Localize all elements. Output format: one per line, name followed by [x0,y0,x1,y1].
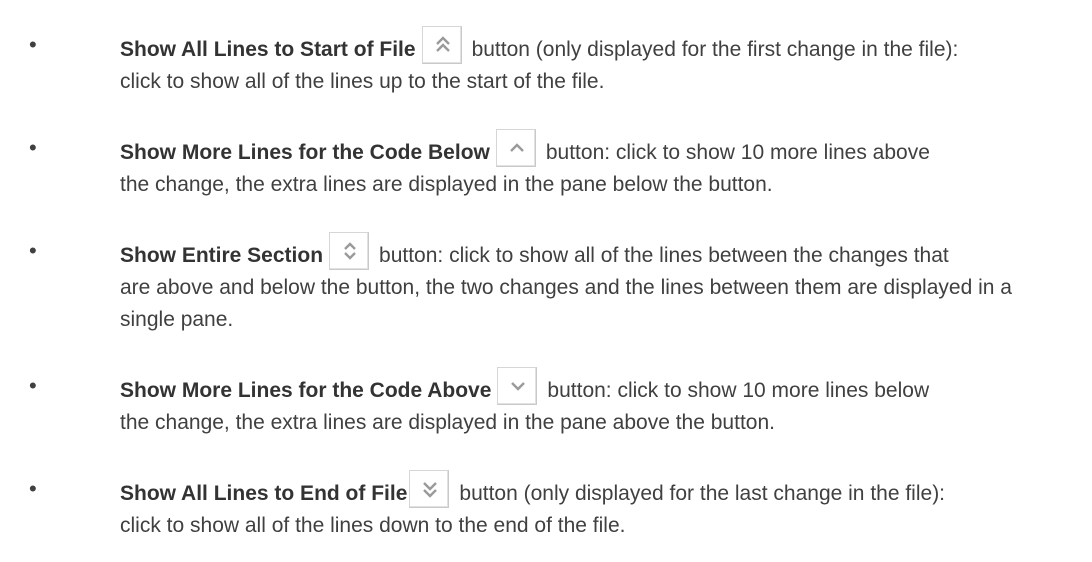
show-more-lines-below-button[interactable] [495,129,536,167]
item-desc: button: click to show 10 more lines abov… [545,141,930,164]
bullet: • [29,238,37,263]
item-desc-cont: click to show all of the lines up to the… [120,70,605,93]
item-title: Show Entire Section [120,244,324,267]
item-text: Show All Lines to Start of File button (o… [120,26,1070,98]
show-all-lines-to-end-button[interactable] [409,470,450,508]
item-text: Show More Lines for the Code Below button… [120,129,1070,201]
item-title: Show More Lines for the Code Above [120,379,492,402]
bullet: • [29,476,37,501]
item-desc-cont: the change, the extra lines are displaye… [120,411,775,434]
item-text: Show More Lines for the Code Above button… [120,367,1070,439]
item-title: Show All Lines to End of File [120,482,408,505]
item-title: Show All Lines to Start of File [120,38,416,61]
show-entire-section-button[interactable] [329,232,370,270]
bullet: • [29,373,37,398]
item-desc-cont: click to show all of the lines down to t… [120,514,626,537]
show-more-lines-above-button[interactable] [497,367,538,405]
show-all-lines-to-start-button[interactable] [421,26,462,64]
bullet: • [29,135,37,160]
item-desc-cont: are above and below the button, the two … [120,276,1012,331]
item-text: Show Entire Section button: click to show… [120,232,1040,336]
item-text: Show All Lines to End of File button (onl… [120,470,1070,542]
bullet: • [29,32,37,57]
item-title: Show More Lines for the Code Below [120,141,490,164]
item-desc: button (only displayed for the first cha… [471,38,959,61]
item-desc: button: click to show all of the lines b… [379,244,949,267]
item-desc-cont: the change, the extra lines are displaye… [120,173,773,196]
item-desc: button (only displayed for the last chan… [459,482,946,505]
item-desc: button: click to show 10 more lines belo… [547,379,930,402]
